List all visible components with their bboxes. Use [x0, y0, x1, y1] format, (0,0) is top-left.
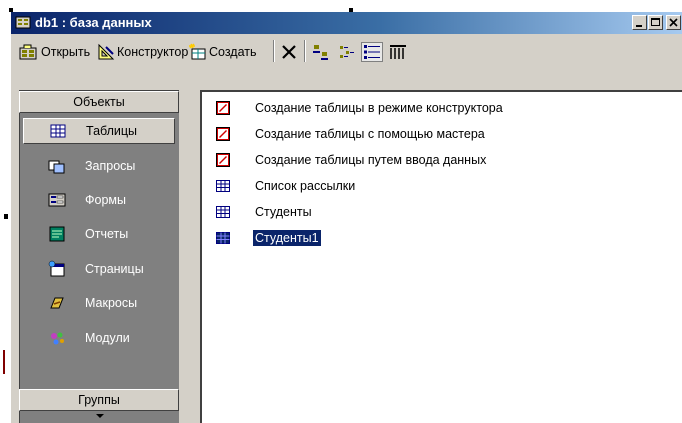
list-item-label: Создание таблицы с помощью мастера — [255, 127, 485, 141]
list-item[interactable]: Студенты — [215, 201, 314, 223]
wizard-shortcut-icon — [216, 153, 230, 167]
sidebar-item-tables[interactable]: Таблицы — [23, 118, 175, 144]
list-item-selected[interactable]: Студенты1 — [215, 227, 322, 249]
delete-icon[interactable] — [279, 42, 299, 62]
sidebar-item-label: Отчеты — [85, 227, 129, 241]
close-icon — [669, 18, 678, 27]
table-icon — [50, 124, 66, 138]
open-icon — [19, 44, 37, 60]
query-icon — [48, 160, 65, 174]
list-item[interactable]: Создание таблицы с помощью мастера — [215, 123, 487, 145]
table-icon — [216, 206, 230, 218]
title-bar[interactable]: db1 : база данных — [11, 12, 682, 34]
window-title: db1 : база данных — [35, 15, 152, 30]
table-icon — [216, 232, 230, 244]
list-item-label: Создание таблицы путем ввода данных — [255, 153, 487, 167]
minimize-button[interactable] — [632, 15, 647, 30]
list-item-label: Создание таблицы в режиме конструктора — [255, 101, 503, 115]
groups-header[interactable]: Группы — [19, 389, 179, 411]
close-button[interactable] — [666, 15, 681, 30]
list-view-icon[interactable] — [361, 42, 383, 62]
report-icon — [49, 226, 65, 242]
list-item[interactable]: Список рассылки — [215, 175, 357, 197]
details-view-icon[interactable] — [388, 42, 408, 62]
small-icons-view-icon[interactable] — [337, 42, 357, 62]
edge-marker — [3, 350, 5, 374]
objects-header[interactable]: Объекты — [19, 91, 179, 113]
design-icon — [98, 43, 115, 60]
sidebar-item-label: Формы — [85, 193, 126, 207]
chevron-down-icon[interactable] — [95, 413, 105, 419]
list-item-label: Список рассылки — [255, 179, 356, 193]
sidebar-item-label: Запросы — [85, 159, 136, 173]
sidebar-item-pages[interactable]: Страницы — [23, 256, 173, 282]
wizard-shortcut-icon — [216, 101, 230, 115]
table-icon — [216, 180, 230, 192]
database-icon — [15, 16, 31, 29]
sidebar-item-label: Страницы — [85, 262, 144, 276]
sidebar-item-forms[interactable]: Формы — [23, 187, 173, 213]
list-item-label: Студенты1 — [252, 229, 322, 247]
sidebar-item-modules[interactable]: Модули — [23, 325, 173, 351]
large-icons-view-icon[interactable] — [311, 42, 331, 62]
resize-handle — [349, 8, 353, 12]
macro-icon — [50, 297, 64, 309]
form-icon — [48, 193, 66, 207]
database-window: db1 : база данных Открыть Конструктор Со… — [9, 10, 682, 423]
sidebar-item-queries[interactable]: Запросы — [23, 153, 173, 179]
open-button[interactable]: Открыть — [19, 42, 90, 62]
sidebar-item-label: Макросы — [85, 296, 138, 310]
maximize-button[interactable] — [648, 15, 663, 30]
list-item[interactable]: Создание таблицы в режиме конструктора — [215, 97, 505, 119]
minimize-icon — [636, 25, 642, 27]
resize-handle — [4, 214, 8, 219]
design-button[interactable]: Конструктор — [97, 42, 188, 62]
resize-handle — [9, 8, 13, 12]
design-label: Конструктор — [117, 45, 189, 59]
sidebar-item-label: Таблицы — [86, 124, 138, 138]
open-label: Открыть — [41, 45, 91, 59]
list-item-label: Студенты — [255, 205, 312, 219]
create-icon — [189, 43, 206, 60]
create-button[interactable]: Создать — [189, 42, 257, 62]
sidebar-item-reports[interactable]: Отчеты — [23, 221, 173, 247]
sidebar-item-macros[interactable]: Макросы — [23, 290, 173, 316]
toolbar: Открыть Конструктор Создать — [11, 34, 682, 68]
page-icon — [48, 260, 65, 277]
wizard-shortcut-icon — [216, 127, 230, 141]
list-item[interactable]: Создание таблицы путем ввода данных — [215, 149, 488, 171]
maximize-icon — [651, 18, 660, 26]
create-label: Создать — [209, 45, 257, 59]
toolbar-separator — [304, 40, 306, 62]
toolbar-separator — [273, 40, 275, 62]
sidebar-item-label: Модули — [85, 331, 130, 345]
module-icon — [51, 332, 64, 345]
